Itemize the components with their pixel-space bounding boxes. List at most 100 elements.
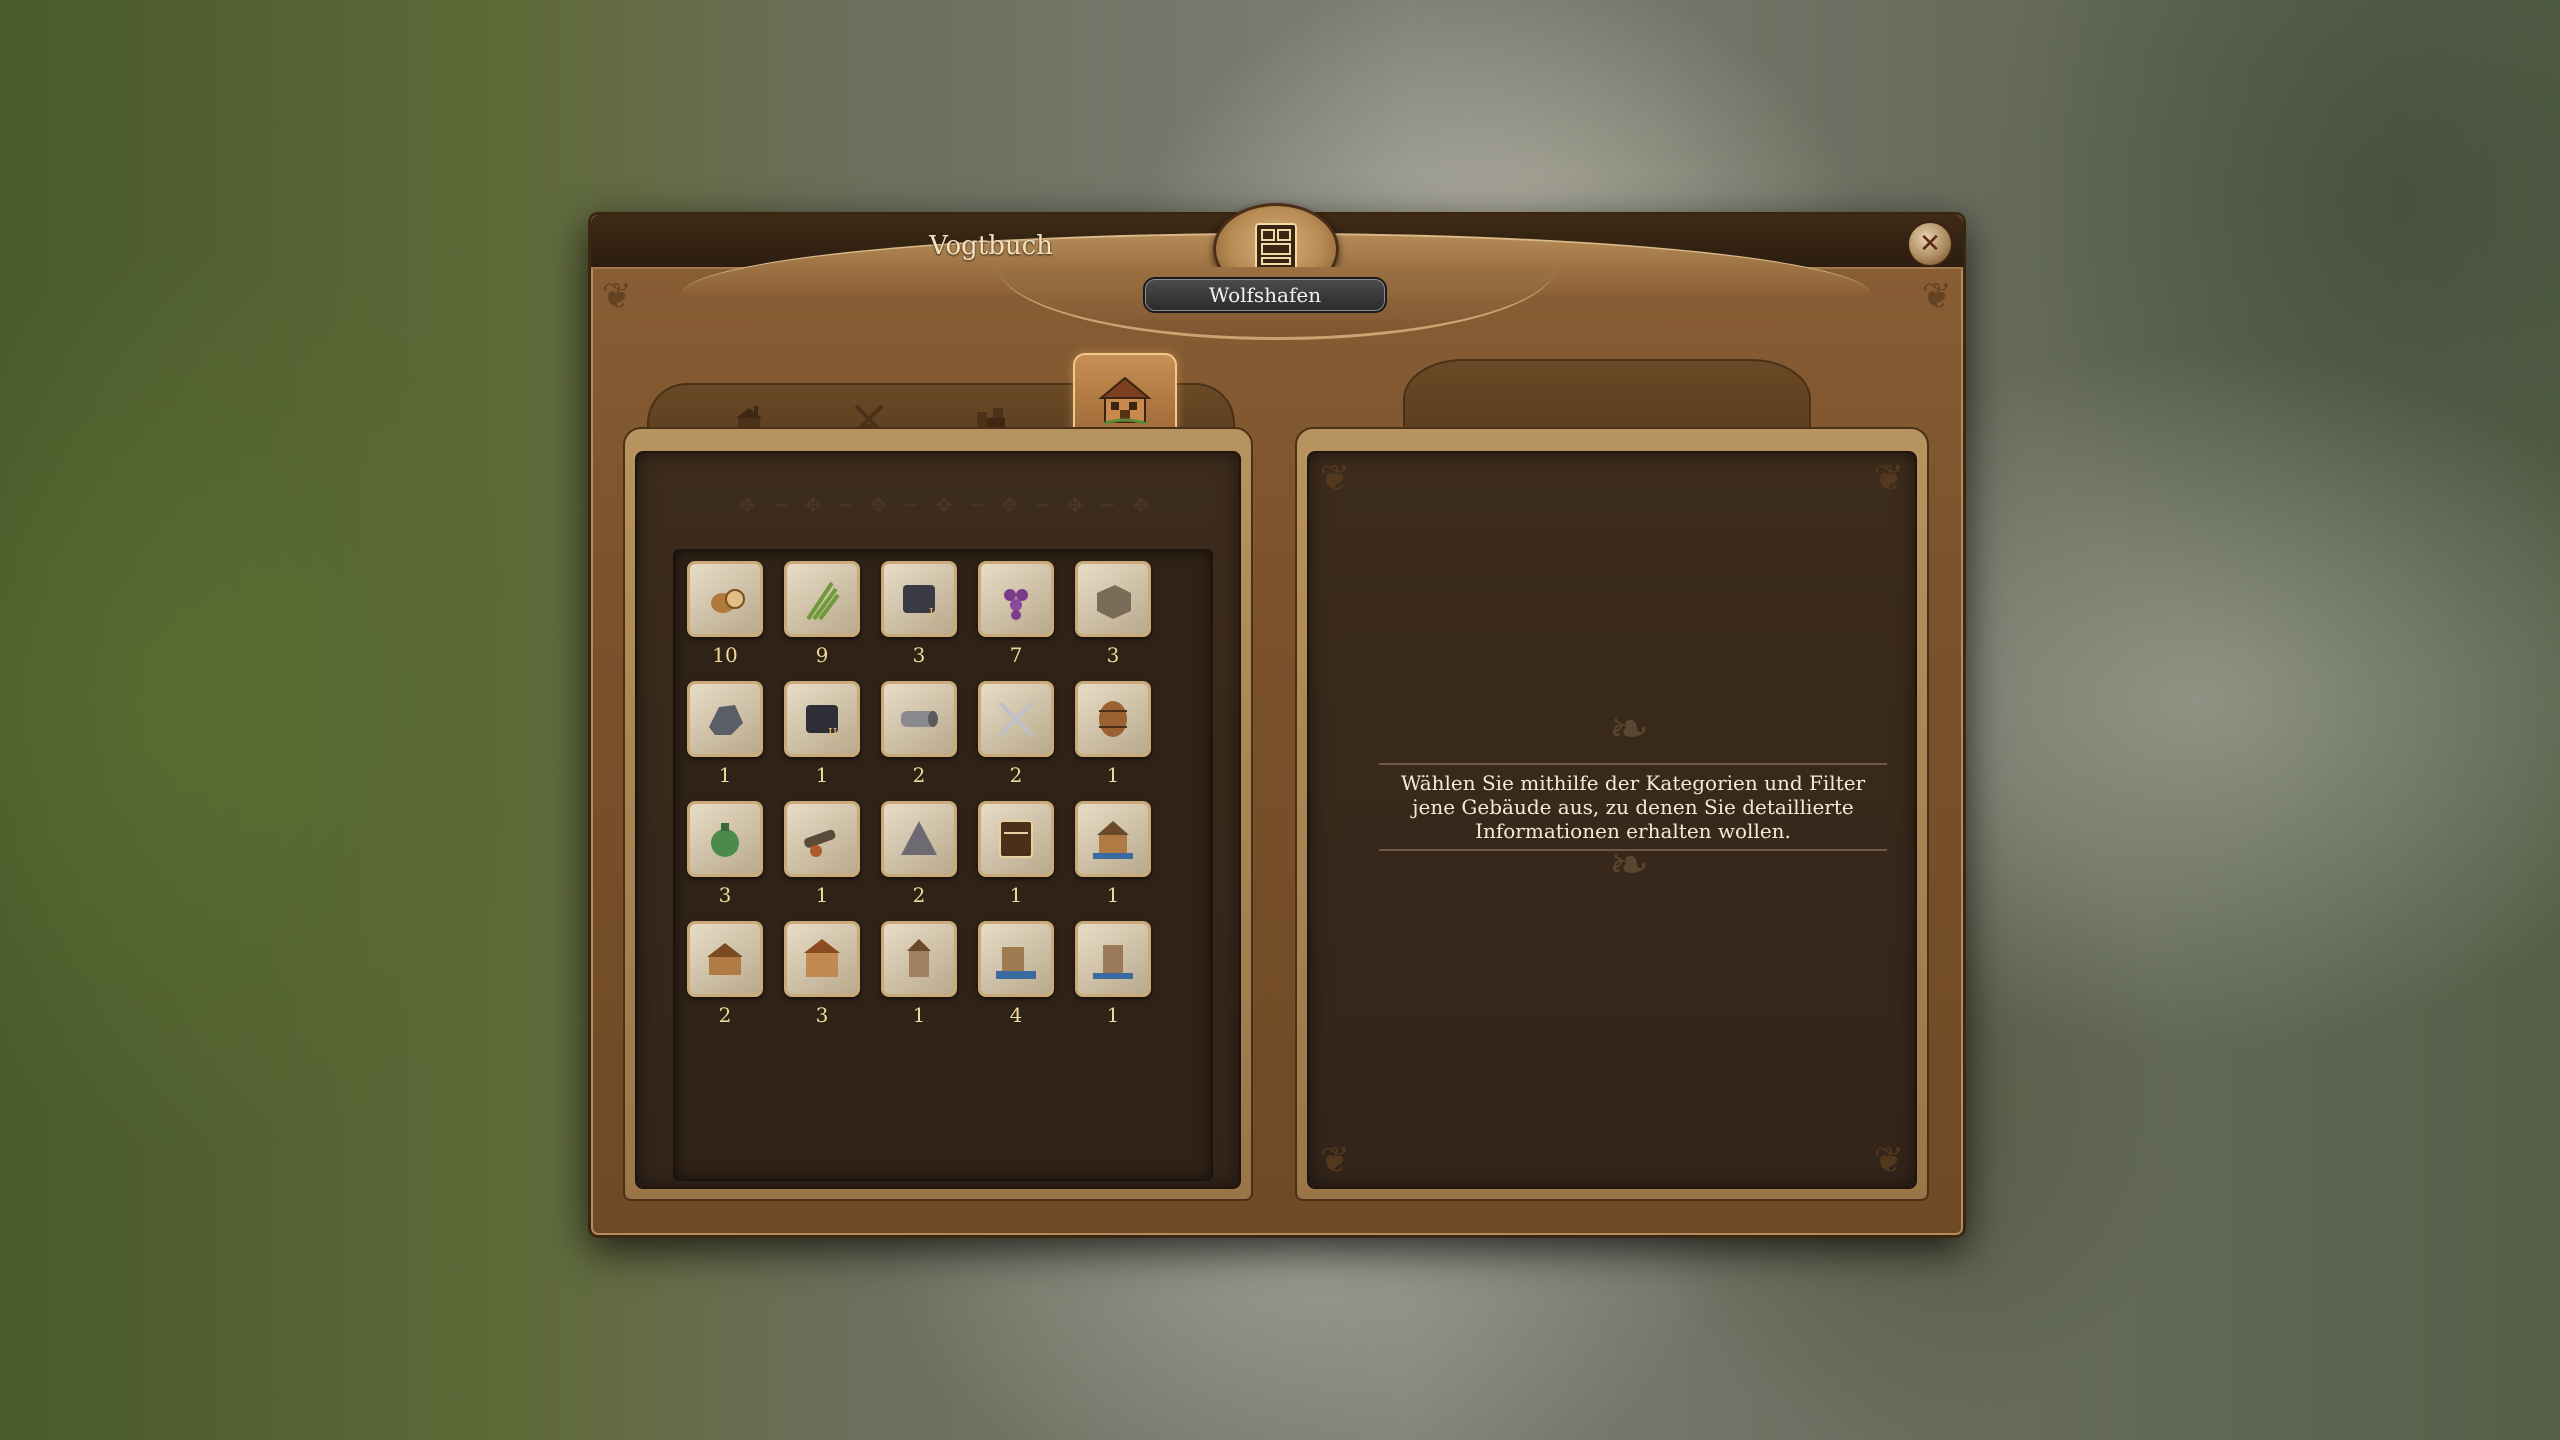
goods-count: 2 xyxy=(912,763,926,787)
goods-slot[interactable]: I xyxy=(881,561,957,637)
goods-slot[interactable] xyxy=(687,681,763,757)
detail-panel-inner: ❦ ❦ ❦ ❦ ❧ Wählen Sie mithilfe der Katego… xyxy=(1307,451,1917,1189)
goods-slot[interactable] xyxy=(1075,681,1151,757)
building-list-panel: ✥ ─ ✥ ─ ✥ ─ ✥ ─ ✥ ─ ✥ ─ ✥ 10 9 I 3 7 3 1 II 1 2 2 1… xyxy=(623,427,1253,1201)
grapes-icon xyxy=(1004,589,1028,620)
svg-text:I: I xyxy=(929,606,934,620)
goods-slot[interactable] xyxy=(1075,801,1151,877)
goods-slot[interactable] xyxy=(881,921,957,997)
goods-slot[interactable] xyxy=(687,801,763,877)
goods-grid-box: 10 9 I 3 7 3 1 II 1 2 2 1 3 1 2 1 1 2 3 1 4 1 xyxy=(673,549,1213,1181)
goods-count: 1 xyxy=(1106,1003,1120,1027)
goods-count: 1 xyxy=(1106,763,1120,787)
goods-count: 3 xyxy=(718,883,732,907)
wood-log-icon xyxy=(711,589,745,613)
goods-item[interactable]: 2 xyxy=(687,921,763,1029)
island-name-label[interactable]: Wolfshafen xyxy=(1143,277,1387,313)
goods-count: 3 xyxy=(912,643,926,667)
iron-ingot-icon xyxy=(901,711,938,727)
coal-1-icon: I xyxy=(903,585,935,620)
stone-block-icon xyxy=(1097,585,1131,619)
goods-count: 2 xyxy=(912,883,926,907)
window-title: Vogtbuch xyxy=(929,231,1053,261)
goods-item[interactable]: 1 xyxy=(1075,681,1151,789)
goods-slot[interactable] xyxy=(1075,561,1151,637)
close-x-icon: ✕ xyxy=(1919,229,1941,259)
hemp-icon xyxy=(806,581,840,621)
goods-slot[interactable]: II xyxy=(784,681,860,757)
goods-count: 9 xyxy=(815,643,829,667)
goods-count: 1 xyxy=(1106,883,1120,907)
goods-item[interactable]: 1 xyxy=(1075,921,1151,1029)
cannon-icon xyxy=(804,829,836,857)
ornament-bottom-icon: ❧ xyxy=(1608,837,1650,893)
goods-item[interactable]: 3 xyxy=(784,921,860,1029)
goods-item[interactable]: 2 xyxy=(881,801,957,909)
goods-count: 2 xyxy=(1009,763,1023,787)
goods-count: 1 xyxy=(815,763,829,787)
goods-count: 10 xyxy=(712,643,738,667)
townhouse-icon xyxy=(804,939,840,977)
goods-slot[interactable] xyxy=(1075,921,1151,997)
goods-slot[interactable] xyxy=(978,561,1054,637)
ledger-icon xyxy=(999,820,1033,858)
goods-slot[interactable] xyxy=(687,561,763,637)
corner-ornament-icon: ❦ xyxy=(601,276,633,317)
goods-item[interactable]: 1 xyxy=(978,801,1054,909)
goods-slot[interactable] xyxy=(784,561,860,637)
decorative-ornament-icon: ✥ ─ ✥ ─ ✥ ─ ✥ ─ ✥ ─ ✥ ─ ✥ xyxy=(739,493,1155,517)
tower-icon xyxy=(1093,945,1133,979)
svg-text:II: II xyxy=(828,726,838,740)
iron-ore-icon xyxy=(709,705,743,735)
corner-ornament-icon: ❦ xyxy=(1319,458,1351,499)
goods-item[interactable]: II 1 xyxy=(784,681,860,789)
detail-panel: ❦ ❦ ❦ ❦ ❧ Wählen Sie mithilfe der Katego… xyxy=(1295,427,1929,1201)
goods-count: 2 xyxy=(718,1003,732,1027)
goods-item[interactable]: 1 xyxy=(784,801,860,909)
chapel-icon xyxy=(907,939,931,977)
dock-icon xyxy=(996,947,1036,979)
harbor-house-icon xyxy=(1093,821,1133,859)
tent-icon xyxy=(901,821,937,855)
residence-icon xyxy=(1098,376,1152,426)
building-list-inner: ✥ ─ ✥ ─ ✥ ─ ✥ ─ ✥ ─ ✥ ─ ✥ 10 9 I 3 7 3 1 II 1 2 2 1… xyxy=(635,451,1241,1189)
farmhouse-icon xyxy=(707,943,743,975)
goods-item[interactable]: 1 xyxy=(1075,801,1151,909)
goods-count: 1 xyxy=(815,883,829,907)
barrel-icon xyxy=(1099,701,1127,737)
wine-jug-icon xyxy=(711,823,739,857)
goods-item[interactable]: 10 xyxy=(687,561,763,669)
goods-count: 1 xyxy=(718,763,732,787)
goods-count: 1 xyxy=(912,1003,926,1027)
goods-count: 1 xyxy=(1009,883,1023,907)
vogtbuch-window: Vogtbuch ✕ Wolfshafen ❦ ❦ ✥ ─ ✥ ─ ✥ ─ ✥ … xyxy=(588,203,1966,1238)
goods-slot[interactable] xyxy=(687,921,763,997)
corner-ornament-icon: ❦ xyxy=(1921,276,1953,317)
goods-item[interactable]: 3 xyxy=(687,801,763,909)
ornament-top-icon: ❧ xyxy=(1608,701,1650,757)
corner-ornament-icon: ❦ xyxy=(1873,458,1905,499)
corner-ornament-icon: ❦ xyxy=(1319,1140,1351,1181)
coal-2-icon: II xyxy=(806,705,838,740)
goods-slot[interactable] xyxy=(881,801,957,877)
goods-count: 7 xyxy=(1009,643,1023,667)
goods-count: 4 xyxy=(1009,1003,1023,1027)
goods-item[interactable]: 3 xyxy=(1075,561,1151,669)
goods-item[interactable]: 4 xyxy=(978,921,1054,1029)
goods-item[interactable]: 2 xyxy=(881,681,957,789)
swords-icon xyxy=(998,701,1034,737)
goods-slot[interactable] xyxy=(881,681,957,757)
goods-item[interactable]: 9 xyxy=(784,561,860,669)
goods-slot[interactable] xyxy=(784,921,860,997)
goods-count: 3 xyxy=(815,1003,829,1027)
goods-slot[interactable] xyxy=(978,801,1054,877)
goods-item[interactable]: 1 xyxy=(881,921,957,1029)
goods-item[interactable]: 1 xyxy=(687,681,763,789)
goods-slot[interactable] xyxy=(978,921,1054,997)
goods-slot[interactable] xyxy=(978,681,1054,757)
goods-slot[interactable] xyxy=(784,801,860,877)
goods-item[interactable]: 7 xyxy=(978,561,1054,669)
goods-item[interactable]: 2 xyxy=(978,681,1054,789)
close-button[interactable]: ✕ xyxy=(1907,221,1953,267)
goods-item[interactable]: I3 xyxy=(881,561,957,669)
